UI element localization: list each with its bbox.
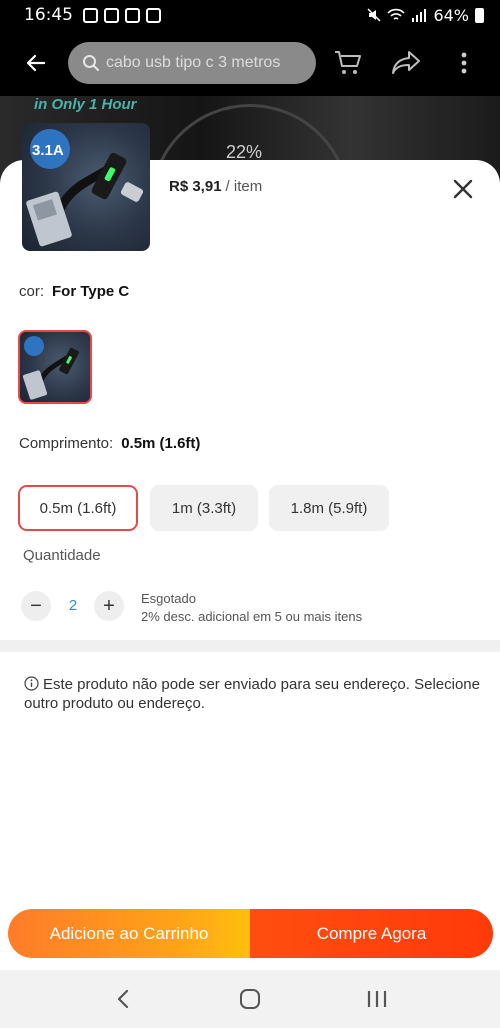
- section-divider: [0, 640, 500, 652]
- notification-icons: [83, 7, 161, 23]
- recents-icon: [367, 991, 386, 1007]
- quantity-increase-button[interactable]: +: [94, 591, 124, 621]
- arrow-left-icon: [26, 54, 46, 72]
- home-icon: [239, 989, 260, 1009]
- usb-cable-image: 3.1A: [26, 129, 144, 247]
- quantity-label: Quantidade: [23, 547, 101, 564]
- length-value: 0.5m (1.6ft): [121, 435, 201, 452]
- media-icon: [146, 7, 161, 23]
- length-label: Comprimento:: [19, 435, 114, 452]
- product-thumbnail[interactable]: 3.1A: [22, 123, 150, 251]
- length-option-0-5m[interactable]: 0.5m (1.6ft): [18, 485, 138, 531]
- nav-home-button[interactable]: [225, 979, 275, 1019]
- close-icon: [453, 179, 473, 199]
- top-app-bar: cabo usb tipo c 3 metros: [0, 30, 500, 96]
- more-vertical-icon: [461, 52, 467, 74]
- more-options-button[interactable]: [444, 43, 484, 83]
- bulk-discount-text: 2% desc. adicional em 5 ou mais itens: [141, 609, 363, 624]
- color-label: cor:: [19, 283, 45, 300]
- add-to-cart-button[interactable]: Adicione ao Carrinho: [8, 909, 250, 958]
- mute-icon: [367, 8, 381, 22]
- back-button[interactable]: [16, 43, 56, 83]
- action-bar: Adicione ao Carrinho Compre Agora: [8, 909, 493, 958]
- share-icon: [392, 51, 420, 74]
- battery-icon: [475, 7, 484, 23]
- shipping-notice: Este produto não pode ser enviado para s…: [24, 675, 484, 713]
- wifi-icon: [387, 8, 406, 20]
- status-bar: 16:45 64%: [0, 0, 500, 30]
- quantity-decrease-button[interactable]: −: [21, 591, 51, 621]
- youtube-icon: [104, 7, 119, 23]
- banner-text: in Only 1 Hour: [34, 96, 137, 113]
- status-right: 64%: [367, 6, 484, 25]
- nav-back-button[interactable]: [98, 979, 148, 1019]
- notification-app-icon: [83, 7, 98, 23]
- stock-status: Esgotado: [141, 591, 196, 606]
- info-icon: [24, 676, 39, 691]
- system-navigation-bar: [0, 970, 500, 1028]
- quantity-value[interactable]: 2: [64, 597, 82, 614]
- color-row: cor: For Type C: [19, 283, 129, 300]
- close-button[interactable]: [448, 174, 478, 204]
- chevron-left-icon: [118, 989, 129, 1009]
- stock-info: Esgotado 2% desc. adicional em 5 ou mais…: [141, 590, 362, 626]
- shipping-notice-text: Este produto não pode ser enviado para s…: [24, 676, 480, 712]
- color-value: For Type C: [52, 283, 130, 300]
- color-option-type-c[interactable]: [18, 330, 92, 404]
- search-placeholder: cabo usb tipo c 3 metros: [106, 54, 281, 71]
- top-actions: [328, 43, 484, 83]
- search-icon: [83, 55, 99, 71]
- sku-bottom-sheet: [0, 160, 500, 970]
- cart-button[interactable]: [328, 43, 368, 83]
- search-input[interactable]: cabo usb tipo c 3 metros: [68, 42, 316, 84]
- cart-icon: [335, 51, 361, 74]
- product-price: R$ 3,91/ item: [169, 178, 262, 195]
- nav-recents-button[interactable]: [352, 979, 402, 1019]
- share-button[interactable]: [386, 43, 426, 83]
- length-option-1m[interactable]: 1m (3.3ft): [150, 485, 258, 531]
- battery-percent: 64%: [433, 5, 469, 25]
- variant-cable-image: [22, 336, 79, 400]
- image-badge: 3.1A: [32, 142, 64, 159]
- price-unit: / item: [225, 178, 263, 195]
- length-option-1-8m[interactable]: 1.8m (5.9ft): [269, 485, 389, 531]
- signal-icon: [412, 9, 427, 22]
- price-value: R$ 3,91: [169, 178, 222, 195]
- status-time: 16:45: [24, 5, 73, 25]
- telegram-icon: [125, 7, 140, 23]
- buy-now-button[interactable]: Compre Agora: [250, 909, 493, 958]
- length-row: Comprimento: 0.5m (1.6ft): [19, 435, 200, 452]
